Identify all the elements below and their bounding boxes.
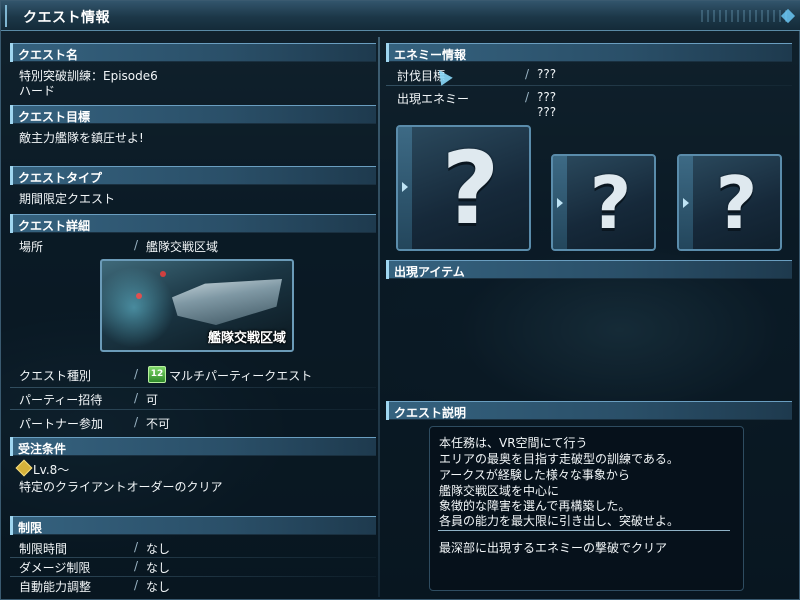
clear-condition: 最深部に出現するエネミーの撃破でクリア <box>439 541 668 555</box>
section-header-quest-detail: クエスト詳細 <box>10 214 376 233</box>
section-header-items: 出現アイテム <box>386 260 792 279</box>
description-line: 本任務は、VR空間にて行う <box>439 436 588 450</box>
unknown-enemy-icon: ? <box>441 129 500 247</box>
window-title: クエスト情報 <box>23 10 110 26</box>
row-divider <box>10 409 376 410</box>
quest-info-window: クエスト情報 クエスト名 特別突破訓練：Episode6 ハード クエスト目標 … <box>0 0 800 600</box>
row-divider <box>10 387 376 388</box>
level-icon <box>15 459 33 477</box>
partner-join-value: 不可 <box>146 417 171 431</box>
target-value: ??? <box>537 67 557 81</box>
section-header-quest-type: クエストタイプ <box>10 166 376 185</box>
row-separator: / <box>525 90 530 104</box>
row-divider <box>10 557 376 558</box>
battleship-image <box>172 279 282 325</box>
damage-limit-label: ダメージ制限 <box>19 561 91 575</box>
row-divider <box>10 576 376 577</box>
thumbnail-glow <box>102 261 182 350</box>
time-limit-label: 制限時間 <box>19 542 68 556</box>
party-invite-label: パーティー招待 <box>19 393 103 407</box>
description-line: エリアの最奥を目指す走破型の訓練である。 <box>439 452 679 466</box>
enemy-card-main[interactable]: ? <box>396 125 531 251</box>
location-label: 場所 <box>19 240 44 254</box>
section-header-quest-goal: クエスト目標 <box>10 105 376 124</box>
quest-category-label: クエスト種別 <box>19 369 92 383</box>
title-bar[interactable]: クエスト情報 <box>1 1 800 31</box>
row-divider <box>386 85 792 86</box>
card-tab <box>679 156 693 249</box>
row-separator: / <box>134 559 139 573</box>
description-line: 各員の能力を最大限に引き出し、突破せよ。 <box>439 514 680 528</box>
row-separator: / <box>134 367 139 381</box>
section-header-description: クエスト説明 <box>386 401 792 420</box>
description-line: アークスが経験した様々な事象から <box>439 468 630 482</box>
enemy-card[interactable]: ? <box>677 154 782 251</box>
section-header-quest-name: クエスト名 <box>10 43 376 62</box>
party-invite-value: 可 <box>146 393 159 407</box>
description-panel: 本任務は、VR空間にて行う エリアの最奥を目指す走破型の訓練である。 アークスが… <box>429 426 744 591</box>
appear-enemy-value-1: ??? <box>537 90 557 104</box>
card-tab <box>398 127 412 249</box>
appear-enemy-value-2: ??? <box>537 105 557 119</box>
auto-adjust-label: 自動能力調整 <box>19 580 92 594</box>
quest-difficulty: ハード <box>19 84 56 98</box>
column-divider <box>378 37 380 597</box>
enemy-marker-icon <box>136 293 142 299</box>
damage-limit-value: なし <box>146 561 171 575</box>
location-separator: / <box>134 238 139 252</box>
row-separator: / <box>525 67 530 81</box>
time-limit-value: なし <box>146 542 171 556</box>
location-thumbnail: 艦隊交戦区域 <box>100 259 294 352</box>
row-separator: / <box>134 540 139 554</box>
party-size-badge-icon: 12 <box>148 366 166 383</box>
quest-type-text: 期間限定クエスト <box>19 192 116 206</box>
title-ornament <box>701 10 791 22</box>
quest-category-value: マルチパーティークエスト <box>169 369 313 383</box>
section-header-limits: 制限 <box>10 516 376 535</box>
title-accent <box>5 5 11 27</box>
description-rule <box>438 530 730 531</box>
auto-adjust-value: なし <box>146 580 171 594</box>
required-condition: 特定のクライアントオーダーのクリア <box>19 480 223 494</box>
partner-join-label: パートナー参加 <box>19 417 104 431</box>
quest-goal-text: 敵主力艦隊を鎮圧せよ! <box>19 131 144 145</box>
section-header-enemy: エネミー情報 <box>386 43 792 62</box>
thumbnail-caption: 艦隊交戦区域 <box>207 331 286 346</box>
section-header-requirements: 受注条件 <box>10 437 376 456</box>
required-level: Lv.8～ <box>33 463 70 477</box>
unknown-enemy-icon: ? <box>589 160 632 245</box>
row-separator: / <box>134 391 139 405</box>
enemy-marker-icon <box>160 271 166 277</box>
appear-enemy-label: 出現エネミー <box>397 92 470 106</box>
row-separator: / <box>134 415 139 429</box>
unknown-enemy-icon: ? <box>715 160 758 245</box>
card-tab <box>553 156 567 249</box>
location-value: 艦隊交戦区域 <box>146 240 219 254</box>
enemy-card[interactable]: ? <box>551 154 656 251</box>
row-separator: / <box>134 578 139 592</box>
